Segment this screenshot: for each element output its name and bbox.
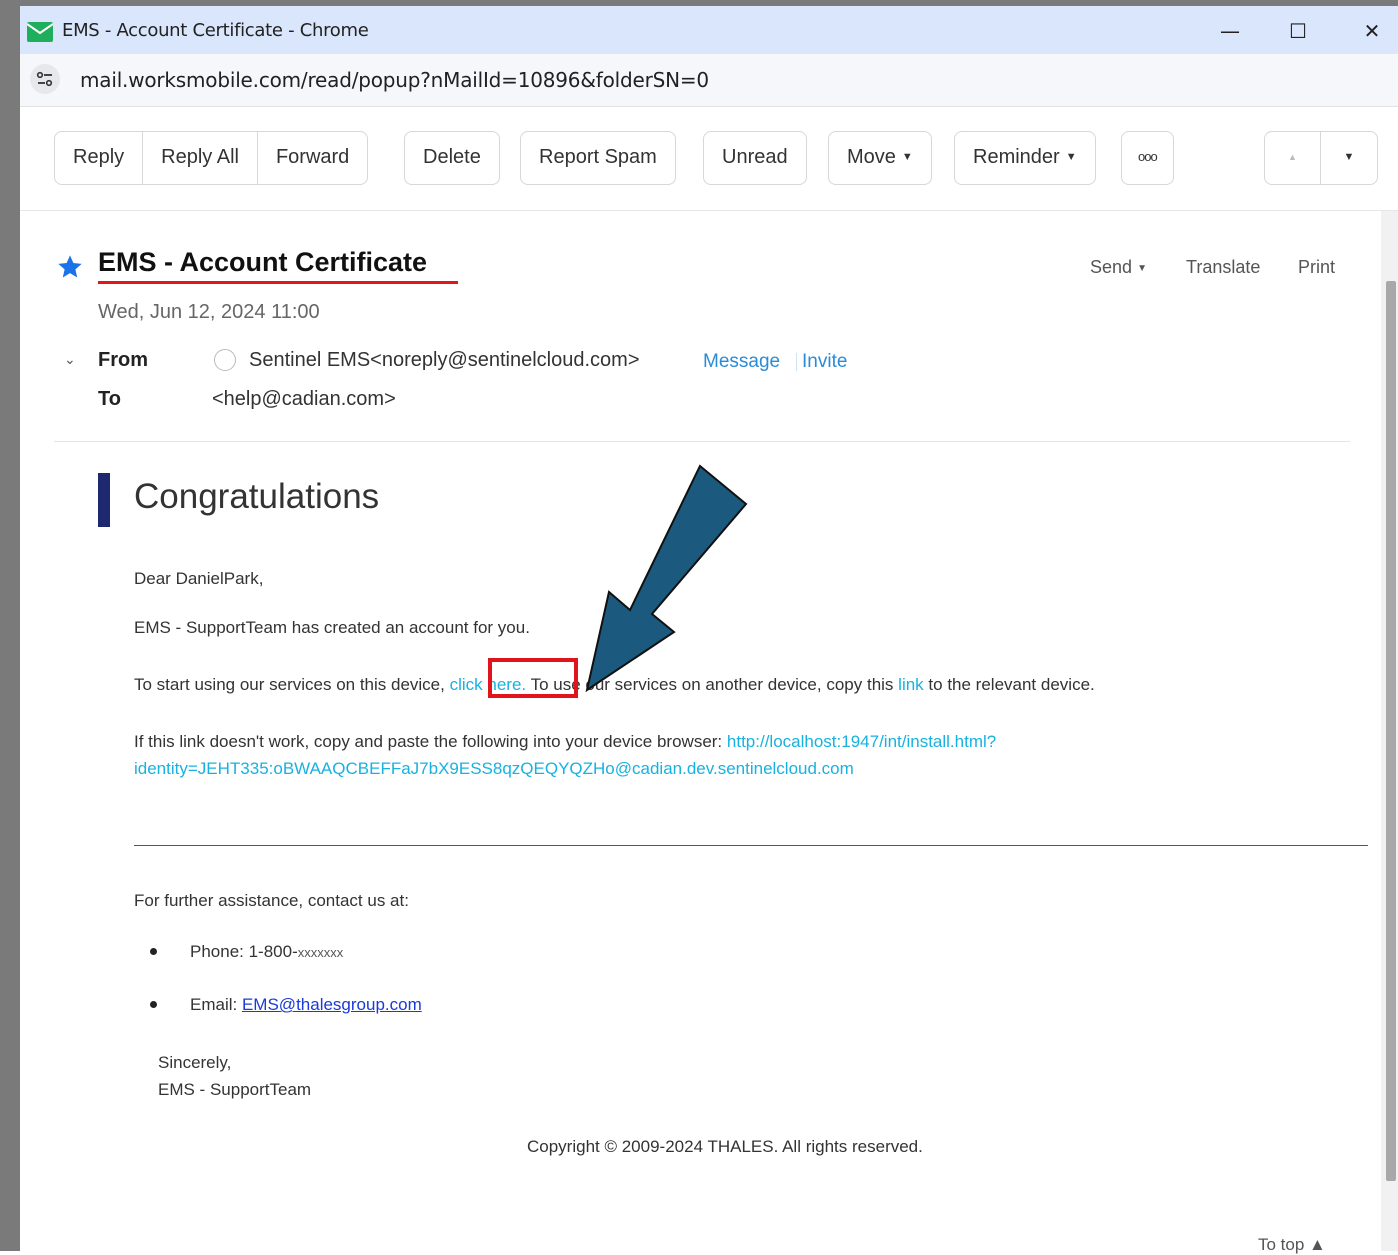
vertical-scrollbar[interactable] (1381, 211, 1398, 1251)
site-info-button[interactable] (30, 64, 60, 94)
send-label: Send (1090, 257, 1133, 277)
spam-button-group: Report Spam (520, 131, 676, 185)
header-divider (54, 441, 1350, 442)
window-frame-left (0, 0, 20, 1251)
mail-date: Wed, Jun 12, 2024 11:00 (98, 301, 320, 323)
scrollbar-thumb[interactable] (1386, 281, 1396, 1181)
browser-window: EMS - Account Certificate - Chrome — ☐ ✕… (20, 6, 1398, 1254)
start-suffix: to the relevant device. (928, 675, 1095, 694)
chevron-down-icon[interactable]: ⌄ (64, 351, 76, 368)
address-bar: mail.worksmobile.com/read/popup?nMailId=… (20, 54, 1398, 107)
mail-content: EMS - Account Certificate Send ▼ Transla… (20, 211, 1398, 1254)
phone-item: Phone: 1-800-xxxxxxx (190, 942, 343, 962)
maximize-button[interactable]: ☐ (1278, 14, 1318, 48)
move-button-group: Move ▼ (828, 131, 932, 185)
site-settings-icon (36, 71, 53, 87)
copyright: Copyright © 2009-2024 THALES. All rights… (527, 1137, 923, 1156)
fallback-prefix: If this link doesn't work, copy and past… (134, 732, 723, 751)
forward-button[interactable]: Forward (258, 132, 367, 184)
window-title: EMS - Account Certificate - Chrome (62, 20, 369, 41)
next-mail-button[interactable]: ▼ (1321, 132, 1377, 184)
send-menu[interactable]: Send ▼ (1090, 257, 1147, 278)
fallback-url-line1[interactable]: http://localhost:1947/int/install.html? (727, 732, 996, 751)
move-label: Move (847, 146, 896, 168)
sincerely: Sincerely, (158, 1053, 232, 1072)
star-icon[interactable] (56, 253, 84, 281)
url-text[interactable]: mail.worksmobile.com/read/popup?nMailId=… (80, 68, 709, 92)
caret-down-icon: ▼ (901, 151, 913, 163)
nav-button-group: ▲ ▼ (1264, 131, 1378, 185)
more-button-group: ooo (1121, 131, 1174, 185)
reply-button-group: Reply Reply All Forward (54, 131, 369, 185)
previous-mail-button[interactable]: ▲ (1265, 132, 1321, 184)
from-label: From (98, 349, 148, 371)
sender-avatar-icon (214, 349, 236, 371)
caret-down-icon: ▼ (1137, 263, 1147, 274)
bullet-icon (150, 1001, 157, 1008)
delete-button[interactable]: Delete (405, 132, 499, 184)
translate-button[interactable]: Translate (1186, 257, 1260, 278)
to-address[interactable]: <help@cadian.com> (212, 388, 396, 411)
reply-all-button[interactable]: Reply All (143, 132, 258, 184)
reminder-button-group: Reminder ▼ (954, 131, 1096, 185)
to-label: To (98, 388, 121, 410)
from-address[interactable]: Sentinel EMS<noreply@sentinelcloud.com> (249, 349, 640, 372)
unread-button-group: Unread (703, 131, 807, 185)
phone-label: Phone: 1-800- (190, 942, 298, 961)
reminder-button[interactable]: Reminder ▼ (955, 132, 1095, 184)
invite-link[interactable]: Invite (802, 351, 847, 373)
phone-number: xxxxxxx (297, 945, 344, 960)
email-link[interactable]: EMS@thalesgroup.com (242, 995, 422, 1014)
title-bar: EMS - Account Certificate - Chrome — ☐ ✕ (20, 6, 1398, 54)
caret-down-icon: ▼ (1065, 151, 1077, 163)
mail-app-icon (27, 22, 53, 42)
body-divider (134, 845, 1368, 846)
signature: EMS - SupportTeam (158, 1080, 312, 1099)
reply-button[interactable]: Reply (55, 132, 144, 184)
minimize-button[interactable]: — (1210, 14, 1250, 48)
delete-button-group: Delete (404, 131, 500, 185)
link-link[interactable]: link (898, 675, 924, 694)
account-created-text: EMS - SupportTeam has created an account… (134, 618, 530, 637)
to-top-link[interactable]: To top ▲ (1258, 1235, 1326, 1255)
email-label: Email: (190, 995, 238, 1014)
reminder-label: Reminder (973, 146, 1060, 168)
fallback-paragraph: If this link doesn't work, copy and past… (134, 732, 996, 752)
assistance-text: For further assistance, contact us at: (134, 891, 409, 910)
report-spam-button[interactable]: Report Spam (521, 132, 675, 184)
unread-button[interactable]: Unread (704, 132, 806, 184)
start-prefix: To start using our services on this devi… (134, 675, 445, 694)
mail-toolbar: Reply Reply All Forward Delete Report Sp… (20, 106, 1398, 211)
email-item: Email: EMS@thalesgroup.com (190, 995, 422, 1015)
move-button[interactable]: Move ▼ (829, 132, 931, 184)
link-separator (796, 353, 797, 371)
bullet-icon (150, 948, 157, 955)
close-button[interactable]: ✕ (1352, 14, 1392, 48)
heading-accent-bar (98, 473, 110, 527)
body-heading: Congratulations (134, 477, 380, 516)
fallback-url-line2[interactable]: identity=JEHT335:oBWAAQCBEFFaJ7bX9ESS8qz… (134, 759, 854, 779)
annotation-arrow-icon (585, 464, 748, 693)
more-options-button[interactable]: ooo (1122, 132, 1173, 184)
greeting: Dear DanielPark, (134, 569, 264, 588)
print-button[interactable]: Print (1298, 257, 1335, 278)
mail-subject: EMS - Account Certificate (98, 247, 428, 277)
annotation-underline (98, 281, 458, 284)
message-link[interactable]: Message (703, 351, 780, 373)
